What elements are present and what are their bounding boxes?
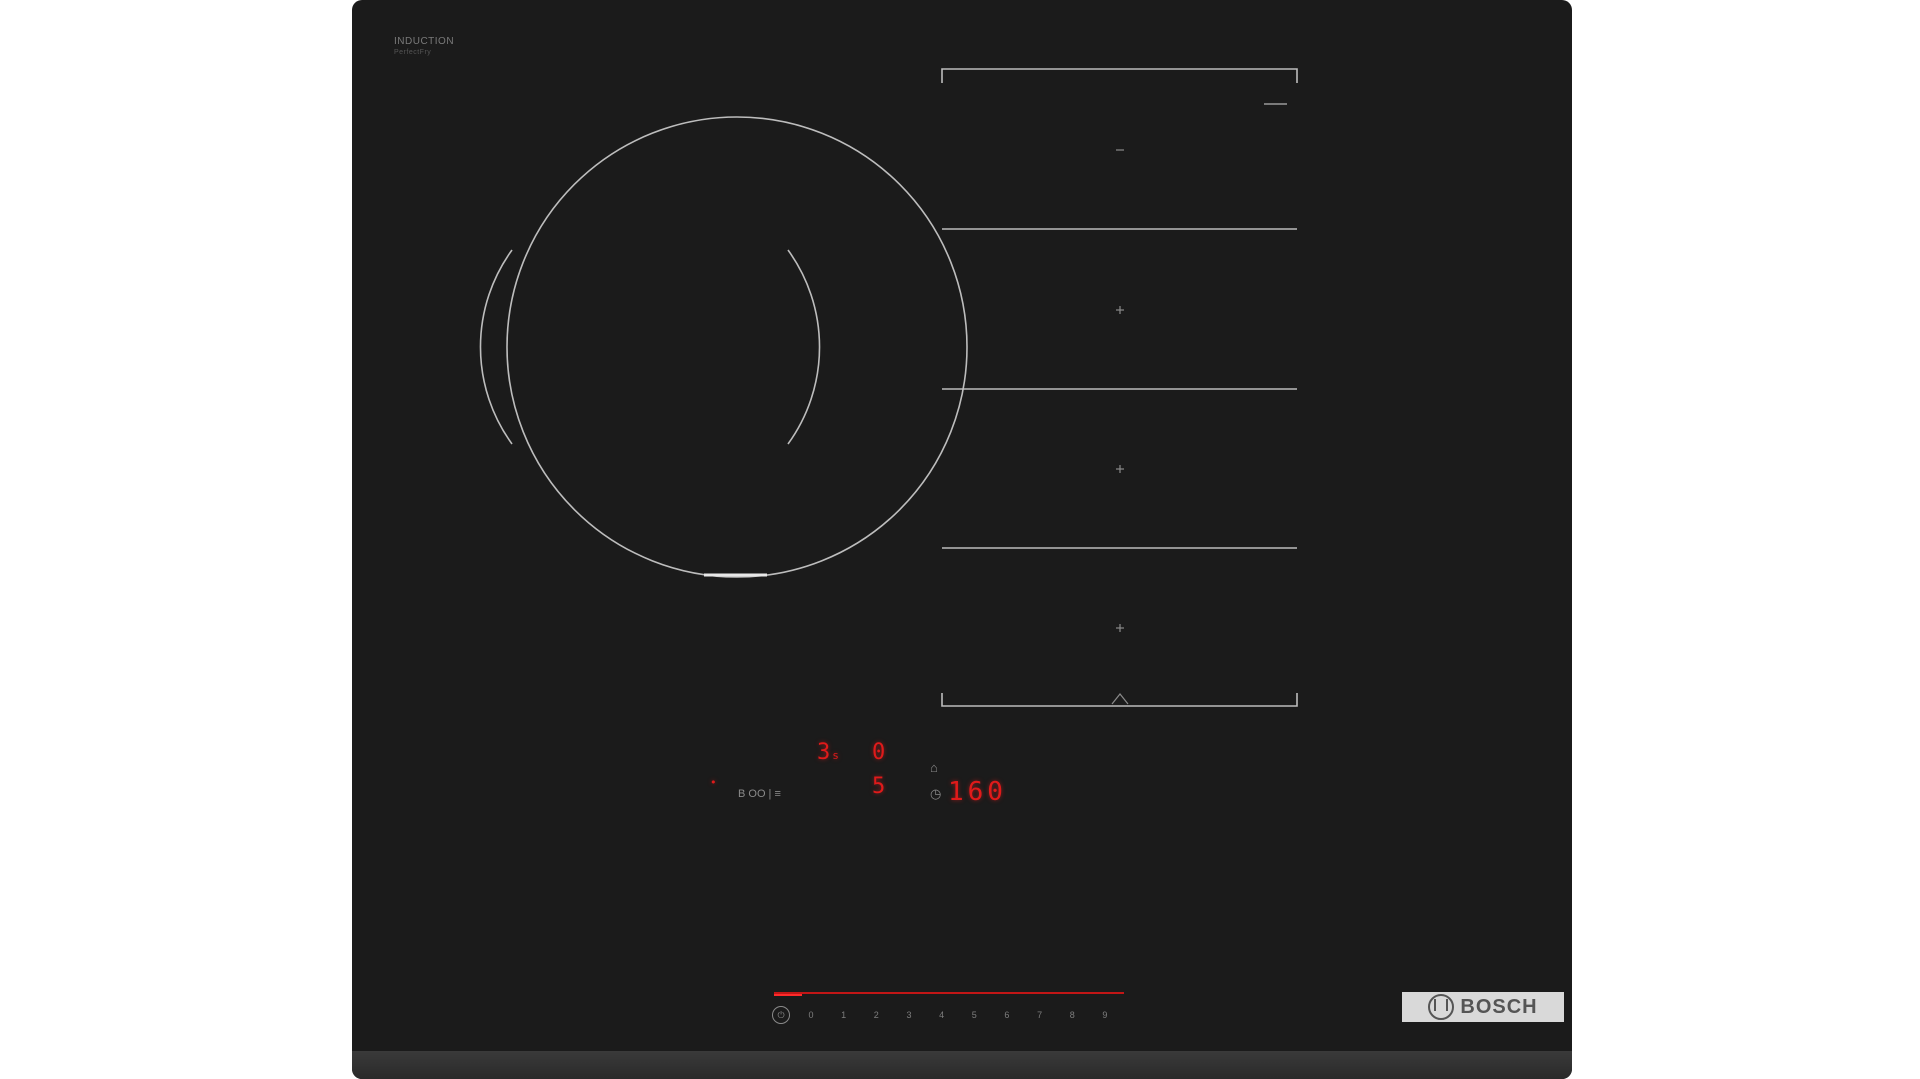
fry-level-display: 5 bbox=[872, 774, 888, 799]
zone-center-marks bbox=[1116, 149, 1124, 632]
zone-level-display: 3s bbox=[817, 740, 839, 765]
slider-step-5[interactable]: 5 bbox=[967, 1010, 981, 1020]
slider-steps[interactable]: 0 1 2 3 4 5 6 7 8 9 bbox=[804, 1010, 1112, 1020]
power-slider[interactable]: ⏻ 0 1 2 3 4 5 6 7 8 9 bbox=[772, 1005, 1112, 1025]
slider-step-2[interactable]: 2 bbox=[869, 1010, 883, 1020]
flex-zone-top-bracket bbox=[941, 68, 1298, 83]
flex-bridge-icon bbox=[1111, 693, 1129, 705]
frying-pan-icon[interactable]: ⌂ bbox=[930, 760, 938, 775]
large-round-zone bbox=[506, 116, 968, 578]
zone-display-2: 0 bbox=[872, 740, 888, 765]
timer-display: 160 bbox=[948, 777, 1007, 807]
bosch-logo-icon bbox=[1428, 994, 1455, 1020]
timer-icon[interactable]: ◷ bbox=[930, 786, 941, 802]
power-icon[interactable]: ⏻ bbox=[772, 1006, 790, 1024]
bosch-badge: BOSCH bbox=[1402, 992, 1564, 1022]
hot-indicator-icon: • bbox=[710, 776, 717, 789]
slider-step-8[interactable]: 8 bbox=[1065, 1010, 1079, 1020]
cooktop: INDUCTION PerfectFry 3s 0 5 160 ⌂ ◷ B OO… bbox=[352, 0, 1572, 1079]
hob-frame-edge bbox=[352, 1051, 1572, 1079]
slider-step-3[interactable]: 3 bbox=[902, 1010, 916, 1020]
inner-zone-arc-right bbox=[787, 249, 821, 445]
function-text[interactable]: B OO | ≡ bbox=[738, 788, 781, 800]
brand-name: BOSCH bbox=[1460, 995, 1538, 1018]
cooking-zones bbox=[479, 68, 1298, 707]
slider-highlight bbox=[774, 992, 1124, 994]
slider-step-7[interactable]: 7 bbox=[1033, 1010, 1047, 1020]
slider-step-6[interactable]: 6 bbox=[1000, 1010, 1014, 1020]
slider-step-4[interactable]: 4 bbox=[935, 1010, 949, 1020]
slider-step-9[interactable]: 9 bbox=[1098, 1010, 1112, 1020]
slider-step-0[interactable]: 0 bbox=[804, 1010, 818, 1020]
slider-highlight-active bbox=[774, 994, 802, 996]
slider-step-1[interactable]: 1 bbox=[837, 1010, 851, 1020]
